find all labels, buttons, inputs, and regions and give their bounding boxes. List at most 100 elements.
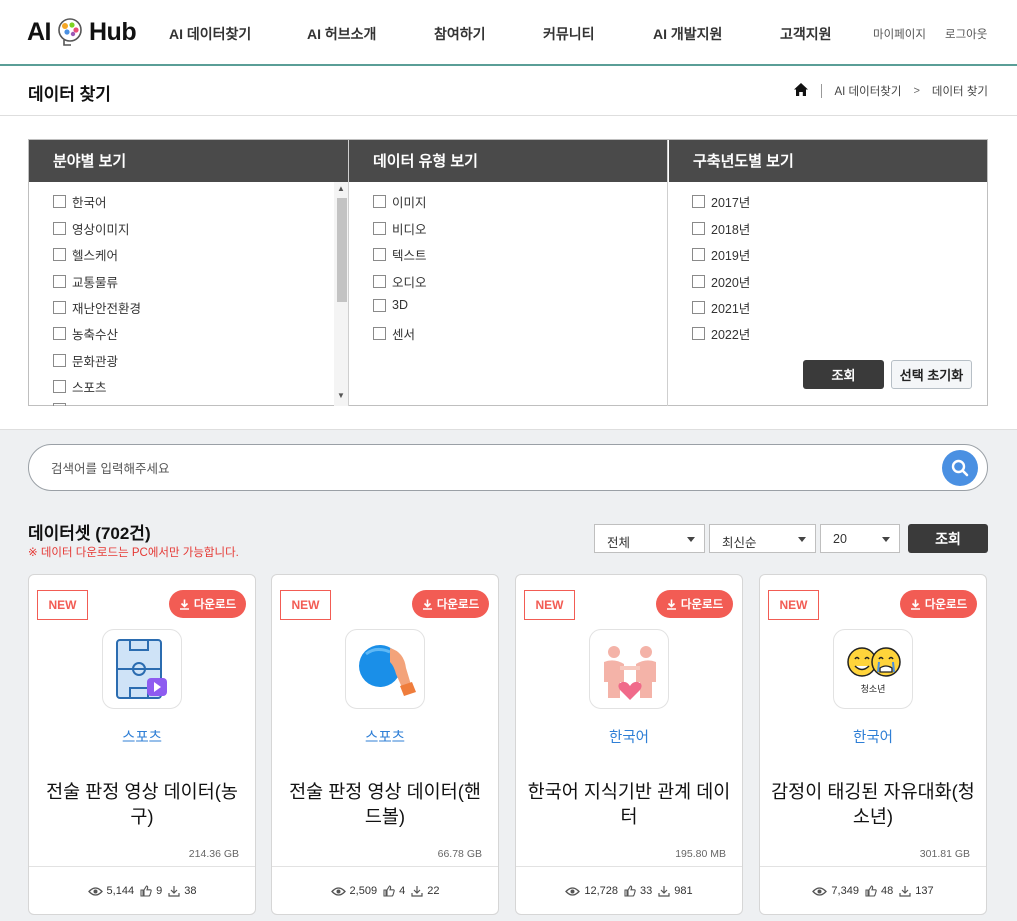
nav-community[interactable]: 커뮤니티: [543, 24, 595, 44]
checkbox-icon[interactable]: [373, 222, 386, 235]
card-category-link[interactable]: 스포츠: [29, 726, 255, 747]
breadcrumb-current[interactable]: 데이터 찾기: [932, 83, 988, 99]
nav-ai-dev-support[interactable]: AI 개발지원: [653, 24, 722, 44]
search-icon: [951, 459, 969, 477]
card-category-link[interactable]: 한국어: [760, 726, 986, 747]
checkbox-culture[interactable]: 문화관광: [53, 351, 118, 370]
view-count: 2,509: [330, 885, 377, 897]
filter-reset-button[interactable]: 선택 초기화: [891, 360, 972, 389]
filter-section: 분야별 보기 데이터 유형 보기 구축년도별 보기 한국어 영상이미지 헬스케어…: [0, 116, 1017, 430]
checkbox-healthcare[interactable]: 헬스케어: [53, 245, 118, 264]
checkbox-3d[interactable]: 3D: [373, 298, 408, 312]
checkbox-2021[interactable]: 2021년: [692, 298, 750, 317]
view-count-value: 5,144: [106, 885, 135, 897]
nav-hub-intro[interactable]: AI 허브소개: [307, 24, 376, 44]
sort-select[interactable]: 최신순: [709, 524, 816, 553]
checkbox-label: 2018년: [711, 223, 751, 237]
checkbox-video[interactable]: 비디오: [373, 219, 427, 238]
download-button[interactable]: 다운로드: [169, 590, 246, 618]
checkbox-image[interactable]: 이미지: [373, 192, 427, 211]
search-button[interactable]: [942, 450, 978, 486]
checkbox-video-image[interactable]: 영상이미지: [53, 219, 130, 238]
thumbs-up-icon: [383, 885, 395, 897]
checkbox-icon[interactable]: [692, 275, 705, 288]
view-count-value: 7,349: [831, 885, 859, 897]
nav-ai-data[interactable]: AI 데이터찾기: [169, 24, 251, 44]
nav-customer-support[interactable]: 고객지원: [780, 24, 832, 44]
checkbox-icon[interactable]: [53, 301, 66, 314]
download-count: 38: [168, 885, 196, 897]
checkbox-icon[interactable]: [373, 298, 386, 312]
checkbox-icon[interactable]: [692, 301, 705, 314]
nav-participate[interactable]: 참여하기: [434, 24, 486, 44]
mypage-link[interactable]: 마이페이지: [873, 26, 926, 42]
checkbox-2019[interactable]: 2019년: [692, 245, 750, 264]
results-query-button[interactable]: 조회: [908, 524, 988, 553]
checkbox-icon[interactable]: [692, 248, 705, 261]
scroll-thumb[interactable]: [337, 198, 347, 302]
aihub-logo[interactable]: AI Hub: [27, 14, 137, 50]
card-size: 195.80 MB: [675, 848, 726, 860]
checkbox-icon[interactable]: [692, 222, 705, 235]
download-button[interactable]: 다운로드: [656, 590, 733, 618]
checkbox-icon[interactable]: [53, 380, 66, 393]
page-header: 데이터 찾기 AI 데이터찾기 > 데이터 찾기: [0, 66, 1017, 116]
card-title[interactable]: 한국어 지식기반 관계 데이터: [526, 779, 732, 829]
checkbox-label: 2020년: [711, 276, 751, 290]
download-button[interactable]: 다운로드: [900, 590, 977, 618]
breadcrumb: AI 데이터찾기 > 데이터 찾기: [793, 82, 988, 100]
checkbox-2018[interactable]: 2018년: [692, 219, 750, 238]
checkbox-icon[interactable]: [53, 248, 66, 261]
checkbox-icon[interactable]: [53, 222, 66, 235]
type-filter-header: 데이터 유형 보기: [349, 140, 668, 182]
checkbox-sensor[interactable]: 센서: [373, 324, 415, 343]
dataset-card[interactable]: NEW 다운로드 한국어 한국어 지식기반 관계 데이터 195.80 MB 1…: [515, 574, 743, 915]
download-label: 다운로드: [193, 599, 237, 611]
checkbox-label: 스포츠: [72, 381, 107, 395]
scroll-up-icon[interactable]: ▲: [337, 184, 345, 193]
card-title[interactable]: 전술 판정 영상 데이터(핸드볼): [282, 779, 488, 829]
scroll-down-icon[interactable]: ▼: [337, 391, 345, 400]
download-button[interactable]: 다운로드: [412, 590, 489, 618]
search-input[interactable]: [51, 459, 931, 479]
eye-icon: [812, 886, 828, 896]
home-icon[interactable]: [793, 82, 809, 100]
scrollbar[interactable]: ▲ ▼: [334, 182, 348, 406]
checkbox-icon[interactable]: [53, 327, 66, 340]
checkbox-icon[interactable]: [373, 195, 386, 208]
checkbox-korean[interactable]: 한국어: [53, 192, 107, 211]
checkbox-icon[interactable]: [373, 248, 386, 261]
card-size: 214.36 GB: [188, 848, 239, 860]
checkbox-sports[interactable]: 스포츠: [53, 377, 107, 396]
card-title[interactable]: 전술 판정 영상 데이터(농구): [39, 779, 245, 829]
logout-link[interactable]: 로그아웃: [945, 26, 987, 42]
checkbox-icon[interactable]: [53, 354, 66, 367]
checkbox-icon[interactable]: [53, 195, 66, 208]
page-size-select[interactable]: 20: [820, 524, 900, 553]
checkbox-icon[interactable]: [373, 275, 386, 288]
card-category-link[interactable]: 스포츠: [272, 726, 498, 747]
checkbox-icon[interactable]: [692, 327, 705, 340]
checkbox-audio[interactable]: 오디오: [373, 272, 427, 291]
checkbox-icon[interactable]: [373, 327, 386, 340]
card-category-link[interactable]: 한국어: [516, 726, 742, 747]
checkbox-icon[interactable]: [692, 195, 705, 208]
checkbox-agriculture[interactable]: 농축수산: [53, 324, 118, 343]
dataset-card[interactable]: NEW 다운로드 청소년 한국어 감정이 태깅된 자유대화(청소년) 301.8…: [759, 574, 987, 915]
checkbox-safety[interactable]: 재난안전환경: [53, 298, 141, 317]
dataset-card[interactable]: NEW 다운로드 스포츠 전술 판정 영상 데이터(농구) 214.36 GB …: [28, 574, 256, 915]
breadcrumb-ai-data[interactable]: AI 데이터찾기: [834, 83, 901, 99]
like-count-value: 33: [640, 885, 653, 897]
checkbox-2022[interactable]: 2022년: [692, 324, 750, 343]
checkbox-traffic[interactable]: 교통물류: [53, 272, 118, 291]
checkbox-icon[interactable]: [53, 275, 66, 288]
checkbox-text[interactable]: 텍스트: [373, 245, 427, 264]
checkbox-2020[interactable]: 2020년: [692, 272, 750, 291]
checkbox-icon[interactable]: [53, 403, 66, 406]
dataset-card[interactable]: NEW 다운로드 스포츠 전술 판정 영상 데이터(핸드볼) 66.78 GB …: [271, 574, 499, 915]
filter-select[interactable]: 전체: [594, 524, 705, 553]
view-count: 12,728: [565, 885, 618, 897]
checkbox-2017[interactable]: 2017년: [692, 192, 750, 211]
card-title[interactable]: 감정이 태깅된 자유대화(청소년): [770, 779, 976, 829]
filter-search-button[interactable]: 조회: [803, 360, 884, 389]
